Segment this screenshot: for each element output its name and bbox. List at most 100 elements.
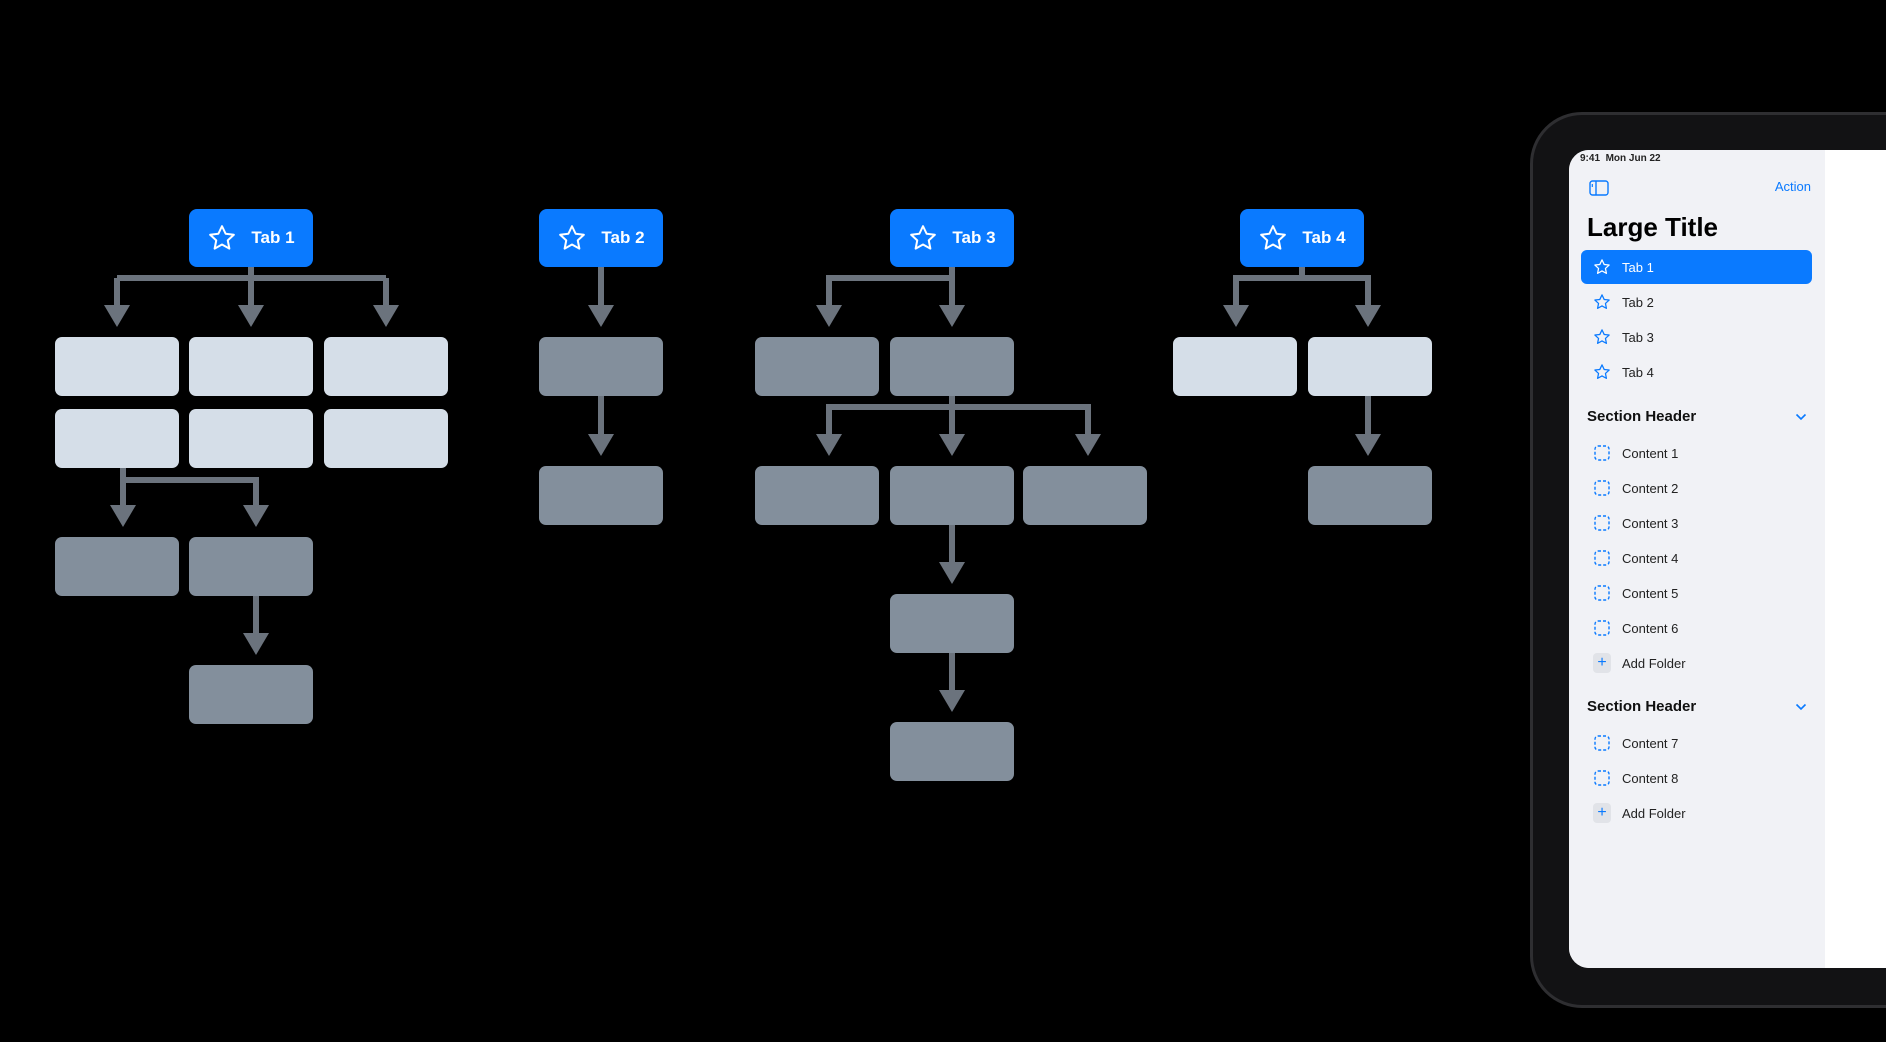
sidebar-item-label: Tab 4	[1622, 364, 1654, 380]
diagram-node	[890, 337, 1014, 396]
diagram-node	[890, 722, 1014, 781]
sidebar-content-item[interactable]: Content 6	[1581, 611, 1812, 645]
large-title: Large Title	[1587, 212, 1719, 242]
sidebar-item-tab-4[interactable]: Tab 4	[1581, 355, 1812, 389]
add-folder-label: Add Folder	[1622, 655, 1686, 671]
arrowhead	[110, 505, 136, 527]
section-header[interactable]: Section Header	[1587, 408, 1807, 425]
sidebar-item-label: Tab 3	[1622, 329, 1654, 345]
arrowhead	[104, 305, 130, 327]
arrowhead	[939, 690, 965, 712]
diagram-node	[189, 337, 313, 396]
dashed-square-icon	[1594, 515, 1610, 531]
diagram-node	[324, 337, 448, 396]
star-icon	[1260, 225, 1287, 250]
diagram-node	[539, 337, 663, 396]
status-time: 9:41	[1580, 153, 1601, 164]
sidebar-item-label: Content 6	[1622, 620, 1679, 636]
sidebar-item-tab-1[interactable]: Tab 1	[1581, 250, 1812, 284]
arrowhead	[939, 434, 965, 456]
chevron-down-icon[interactable]	[1795, 413, 1807, 421]
sidebar-content-item[interactable]: Content 3	[1581, 506, 1812, 540]
dashed-square-icon	[1594, 480, 1610, 496]
arrowhead	[1223, 305, 1249, 327]
arrowhead	[816, 305, 842, 327]
diagram-node	[55, 537, 179, 596]
section-header[interactable]: Section Header	[1587, 698, 1807, 715]
sidebar-item-label: Content 5	[1622, 585, 1679, 601]
dashed-square-icon	[1594, 445, 1610, 461]
sidebar-content-item[interactable]: Content 2	[1581, 471, 1812, 505]
diagram-node	[189, 537, 313, 596]
arrowhead	[816, 434, 842, 456]
diagram-node	[1308, 337, 1432, 396]
arrowhead	[588, 434, 614, 456]
arrowhead	[1355, 305, 1381, 327]
tab-label: Tab 1	[251, 228, 295, 247]
status-bar: 9:41 Mon Jun 22	[1580, 153, 1661, 164]
star-icon	[1594, 294, 1610, 310]
sidebar-content-item[interactable]: Content 4	[1581, 541, 1812, 575]
diagram-node	[55, 337, 179, 396]
dashed-square-icon	[1594, 620, 1610, 636]
add-folder-button[interactable]: + Add Folder	[1581, 646, 1812, 680]
sidebar-content-item[interactable]: Content 8	[1581, 761, 1812, 795]
dashed-square-icon	[1594, 735, 1610, 751]
action-button[interactable]: Action	[1775, 179, 1811, 194]
arrowhead	[939, 562, 965, 584]
diagram-node	[189, 665, 313, 724]
arrowhead	[1355, 434, 1381, 456]
section-header-label: Section Header	[1587, 698, 1697, 715]
plus-icon: +	[1593, 803, 1611, 823]
arrowhead	[1075, 434, 1101, 456]
status-date: Mon Jun 22	[1605, 153, 1661, 164]
sidebar-item-label: Content 3	[1622, 515, 1679, 531]
sidebar-icon[interactable]	[1589, 180, 1609, 196]
diagram-node	[189, 409, 313, 468]
diagram-node	[324, 409, 448, 468]
plus-icon: +	[1593, 653, 1611, 673]
diagram-tab-2: Tab 2	[539, 209, 663, 267]
tab-label: Tab 4	[1302, 228, 1346, 247]
diagram-node	[1308, 466, 1432, 525]
diagram-node	[55, 409, 179, 468]
diagram-node	[755, 337, 879, 396]
sidebar-item-label: Tab 2	[1622, 294, 1654, 310]
dashed-square-icon	[1594, 550, 1610, 566]
diagram-tab-4: Tab 4	[1240, 209, 1364, 267]
sidebar-item-label: Content 2	[1622, 480, 1679, 496]
tab-label: Tab 2	[601, 228, 645, 247]
sidebar-item-tab-3[interactable]: Tab 3	[1581, 320, 1812, 354]
diagram-node	[539, 466, 663, 525]
star-icon	[910, 225, 937, 250]
arrowhead	[588, 305, 614, 327]
arrowhead	[243, 633, 269, 655]
diagram-node	[1023, 466, 1147, 525]
chevron-down-icon[interactable]	[1795, 703, 1807, 711]
tab-label: Tab 3	[952, 228, 996, 247]
sidebar-item-tab-2[interactable]: Tab 2	[1581, 285, 1812, 319]
diagram-node	[755, 466, 879, 525]
diagram-node	[890, 466, 1014, 525]
dashed-square-icon	[1594, 770, 1610, 786]
diagram-node	[890, 594, 1014, 653]
arrowhead	[243, 505, 269, 527]
dashed-square-icon	[1594, 585, 1610, 601]
arrowhead	[939, 305, 965, 327]
section-header-label: Section Header	[1587, 408, 1697, 425]
add-folder-button[interactable]: + Add Folder	[1581, 796, 1812, 830]
star-icon	[209, 225, 236, 250]
star-icon	[1594, 259, 1610, 275]
sidebar: 9:41 Mon Jun 22 Action Large Title Tab 1…	[1569, 150, 1825, 968]
diagram-node	[1173, 337, 1297, 396]
sidebar-content-item[interactable]: Content 7	[1581, 726, 1812, 760]
sidebar-item-label: Tab 1	[1622, 259, 1654, 275]
arrowhead	[373, 305, 399, 327]
sidebar-content-item[interactable]: Content 5	[1581, 576, 1812, 610]
sidebar-item-label: Content 4	[1622, 550, 1679, 566]
sidebar-item-label: Content 7	[1622, 735, 1679, 751]
sidebar-content-item[interactable]: Content 1	[1581, 436, 1812, 470]
sidebar-item-label: Content 8	[1622, 770, 1679, 786]
ipad-screen: 9:41 Mon Jun 22 Action Large Title Tab 1…	[1569, 150, 1886, 968]
diagram-tab-1: Tab 1	[189, 209, 313, 267]
